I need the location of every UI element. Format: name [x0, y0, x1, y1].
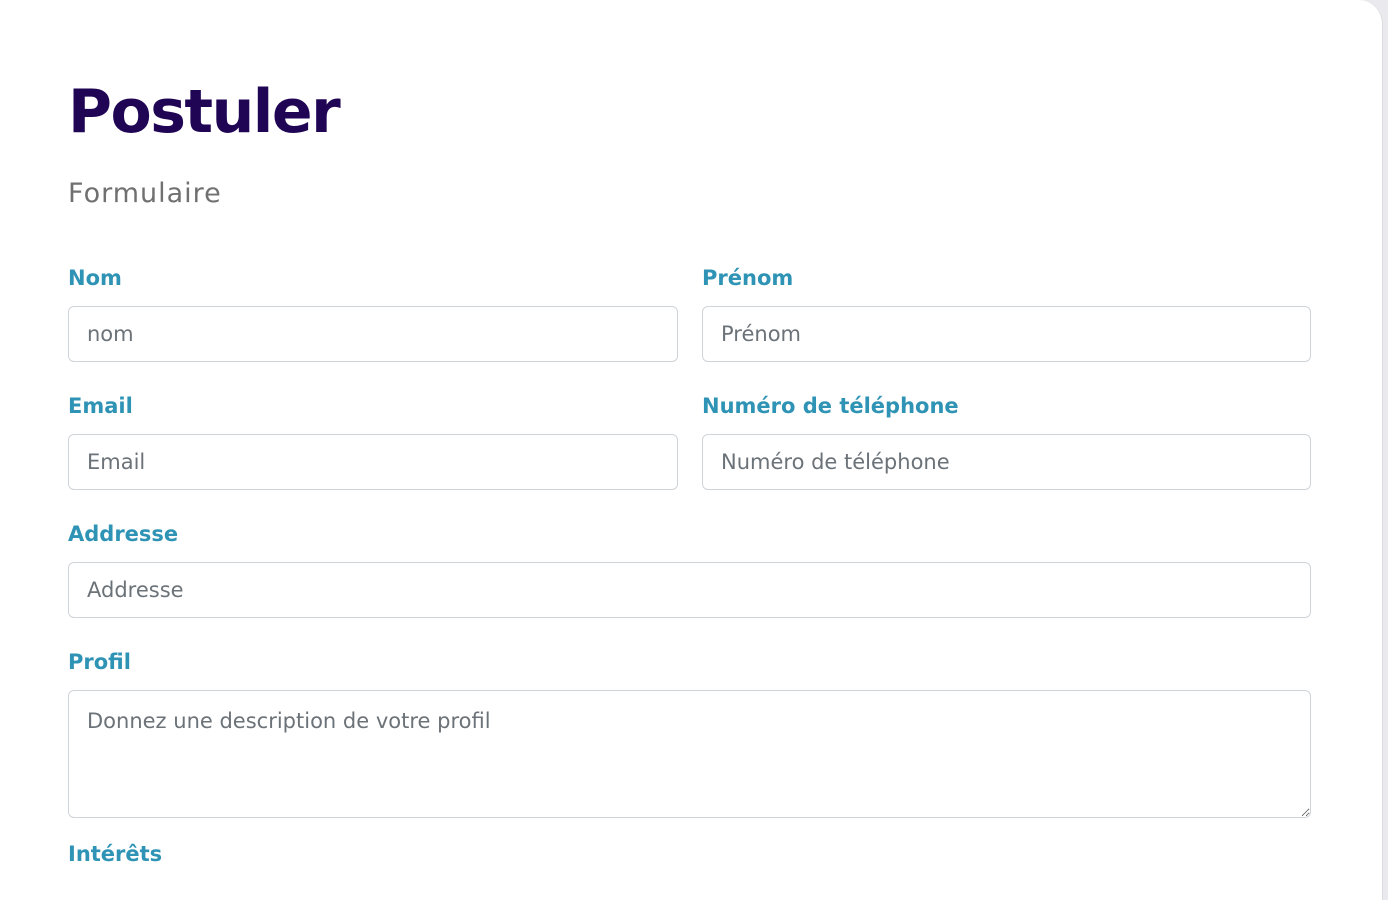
email-input[interactable]	[68, 434, 678, 490]
prenom-input[interactable]	[702, 306, 1311, 362]
page-subtitle: Formulaire	[68, 178, 222, 209]
email-label: Email	[68, 394, 133, 418]
nom-label: Nom	[68, 266, 122, 290]
application-form-card: Postuler Formulaire Nom Prénom Email Num…	[0, 0, 1383, 900]
nom-input[interactable]	[68, 306, 678, 362]
telephone-input[interactable]	[702, 434, 1311, 490]
adresse-label: Addresse	[68, 522, 179, 546]
profil-textarea[interactable]	[68, 690, 1311, 818]
profil-label: Profil	[68, 650, 131, 674]
telephone-label: Numéro de téléphone	[702, 394, 959, 418]
interets-label: Intérêts	[68, 842, 163, 866]
adresse-input[interactable]	[68, 562, 1311, 618]
prenom-label: Prénom	[702, 266, 794, 290]
page-title: Postuler	[68, 77, 341, 147]
